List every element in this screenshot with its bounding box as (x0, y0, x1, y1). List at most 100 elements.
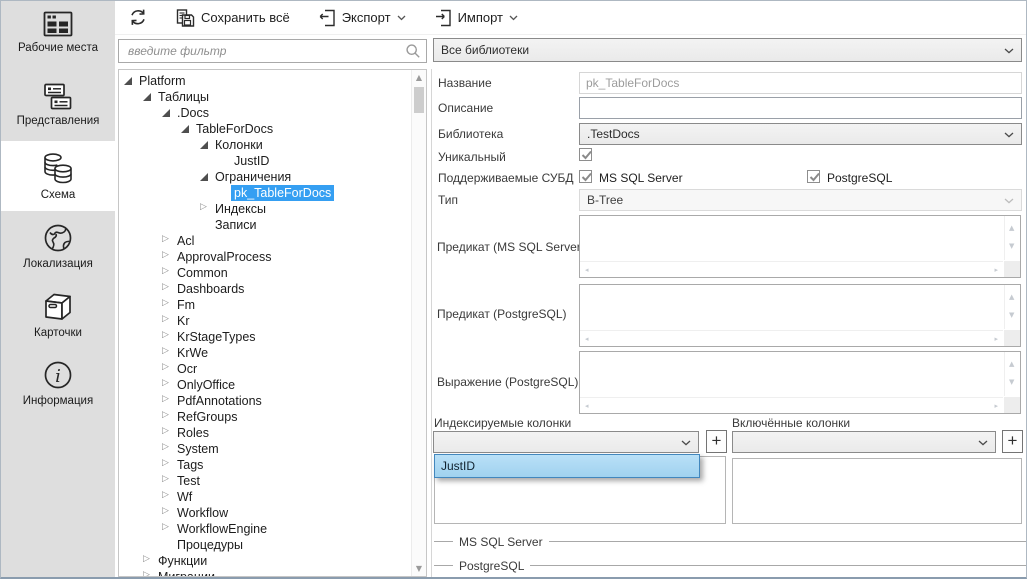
tree-node-KrWe[interactable]: KrWe (119, 345, 409, 361)
mssql-checkbox[interactable] (579, 170, 592, 183)
vertical-scrollbar[interactable]: ▲ ▼ (1004, 285, 1020, 329)
predicate-mssql-textarea[interactable]: ▲ ▼ ◂ ▸ (579, 215, 1021, 278)
save-all-button[interactable]: Сохранить всё (176, 9, 290, 27)
vertical-scrollbar[interactable]: ▲ ▼ (1004, 216, 1020, 260)
tree-scrollbar[interactable]: ▲ ▼ (411, 70, 426, 576)
tree-node-Fm[interactable]: Fm (119, 297, 409, 313)
expander-closed-icon[interactable] (161, 393, 174, 409)
tree-node-Индексы[interactable]: Индексы (119, 201, 409, 217)
scroll-right-icon[interactable]: ▸ (994, 335, 998, 343)
scroll-up-icon[interactable]: ▲ (1009, 360, 1014, 368)
import-button[interactable]: Импорт (434, 9, 518, 27)
expander-closed-icon[interactable] (161, 473, 174, 489)
tree-node-RefGroups[interactable]: RefGroups (119, 409, 409, 425)
tree-node-Tags[interactable]: Tags (119, 457, 409, 473)
expander-closed-icon[interactable] (161, 521, 174, 537)
type-select[interactable]: B-Tree (579, 189, 1022, 211)
horizontal-scrollbar[interactable]: ◂ ▸ (580, 330, 1003, 346)
sidebar-item-localization[interactable]: Локализация (1, 220, 115, 272)
expander-closed-icon[interactable] (142, 569, 155, 577)
expander-closed-icon[interactable] (161, 457, 174, 473)
scroll-down-icon[interactable]: ▼ (1009, 311, 1014, 319)
expander-open-icon[interactable] (161, 105, 174, 121)
unique-checkbox[interactable] (579, 148, 592, 161)
indexed-columns-dropdown-item[interactable]: JustID (434, 454, 700, 478)
tree-node-.Docs[interactable]: .Docs (119, 105, 409, 121)
tree-node-PdfAnnotations[interactable]: PdfAnnotations (119, 393, 409, 409)
description-input[interactable] (579, 97, 1022, 119)
tree-node-Workflow[interactable]: Workflow (119, 505, 409, 521)
vertical-scrollbar[interactable]: ▲ ▼ (1004, 352, 1020, 396)
scroll-down-icon[interactable]: ▼ (1009, 378, 1014, 386)
expander-closed-icon[interactable] (161, 345, 174, 361)
sidebar-item-views[interactable]: Представления (1, 79, 115, 131)
tree-node-TableForDocs[interactable]: TableForDocs (119, 121, 409, 137)
tree-node-ApprovalProcess[interactable]: ApprovalProcess (119, 249, 409, 265)
expander-closed-icon[interactable] (161, 281, 174, 297)
tree-node-Acl[interactable]: Acl (119, 233, 409, 249)
tree-node-System[interactable]: System (119, 441, 409, 457)
expander-open-icon[interactable] (199, 137, 212, 153)
tree-node-Колонки[interactable]: Колонки (119, 137, 409, 153)
horizontal-scrollbar[interactable]: ◂ ▸ (580, 261, 1003, 277)
add-included-column-button[interactable]: + (1002, 430, 1023, 453)
sidebar-item-information[interactable]: i Информация (1, 355, 115, 411)
expander-closed-icon[interactable] (161, 249, 174, 265)
tree-node-pk_TableForDocs[interactable]: pk_TableForDocs (119, 185, 409, 201)
expander-closed-icon[interactable] (161, 361, 174, 377)
tree-node-Kr[interactable]: Kr (119, 313, 409, 329)
library-filter-select[interactable]: Все библиотеки (433, 38, 1022, 62)
expander-closed-icon[interactable] (161, 489, 174, 505)
expression-postgres-textarea[interactable]: ▲ ▼ ◂ ▸ (579, 351, 1021, 414)
postgres-checkbox[interactable] (807, 170, 820, 183)
tree-node-OnlyOffice[interactable]: OnlyOffice (119, 377, 409, 393)
scroll-up-icon[interactable]: ▲ (1009, 224, 1014, 232)
refresh-button[interactable] (128, 8, 148, 27)
filter-input[interactable] (118, 39, 427, 63)
tree-node-Миграции[interactable]: Миграции (119, 569, 409, 577)
add-indexed-column-button[interactable]: + (706, 430, 727, 453)
tree-node-Roles[interactable]: Roles (119, 425, 409, 441)
scrollbar-thumb[interactable] (414, 87, 424, 113)
expander-closed-icon[interactable] (161, 233, 174, 249)
expander-closed-icon[interactable] (161, 297, 174, 313)
expander-closed-icon[interactable] (161, 441, 174, 457)
library-select[interactable]: .TestDocs (579, 123, 1022, 145)
expander-closed-icon[interactable] (161, 377, 174, 393)
name-input[interactable] (579, 72, 1022, 94)
expander-closed-icon[interactable] (161, 329, 174, 345)
expander-closed-icon[interactable] (161, 425, 174, 441)
included-columns-list[interactable] (732, 458, 1022, 524)
scroll-down-icon[interactable]: ▼ (412, 564, 426, 573)
tree-node-WorkflowEngine[interactable]: WorkflowEngine (119, 521, 409, 537)
tree-node-KrStageTypes[interactable]: KrStageTypes (119, 329, 409, 345)
expander-closed-icon[interactable] (161, 265, 174, 281)
expander-open-icon[interactable] (123, 73, 136, 89)
indexed-columns-select[interactable] (433, 431, 699, 453)
tree-node-Записи[interactable]: Записи (119, 217, 409, 233)
tree-node-Wf[interactable]: Wf (119, 489, 409, 505)
sidebar-item-cards[interactable]: Карточки (1, 288, 115, 342)
expander-closed-icon[interactable] (199, 201, 212, 217)
scroll-up-icon[interactable]: ▲ (1009, 293, 1014, 301)
sidebar-item-workplaces[interactable]: Рабочие места (1, 3, 115, 61)
expander-closed-icon[interactable] (161, 505, 174, 521)
scroll-right-icon[interactable]: ▸ (994, 266, 998, 274)
expander-open-icon[interactable] (180, 121, 193, 137)
tree-node-Таблицы[interactable]: Таблицы (119, 89, 409, 105)
scroll-down-icon[interactable]: ▼ (1009, 242, 1014, 250)
scroll-left-icon[interactable]: ◂ (585, 266, 589, 274)
tree-node-Common[interactable]: Common (119, 265, 409, 281)
export-button[interactable]: Экспорт (318, 9, 406, 27)
tree-node-Dashboards[interactable]: Dashboards (119, 281, 409, 297)
expander-closed-icon[interactable] (161, 409, 174, 425)
predicate-postgres-textarea[interactable]: ▲ ▼ ◂ ▸ (579, 284, 1021, 347)
tree-node-Процедуры[interactable]: Процедуры (119, 537, 409, 553)
tree-node-Ограничения[interactable]: Ограничения (119, 169, 409, 185)
expander-open-icon[interactable] (142, 89, 155, 105)
included-columns-select[interactable] (732, 431, 996, 453)
tree-node-Ocr[interactable]: Ocr (119, 361, 409, 377)
expander-open-icon[interactable] (199, 169, 212, 185)
scroll-right-icon[interactable]: ▸ (994, 402, 998, 410)
tree-node-Platform[interactable]: Platform (119, 73, 409, 89)
